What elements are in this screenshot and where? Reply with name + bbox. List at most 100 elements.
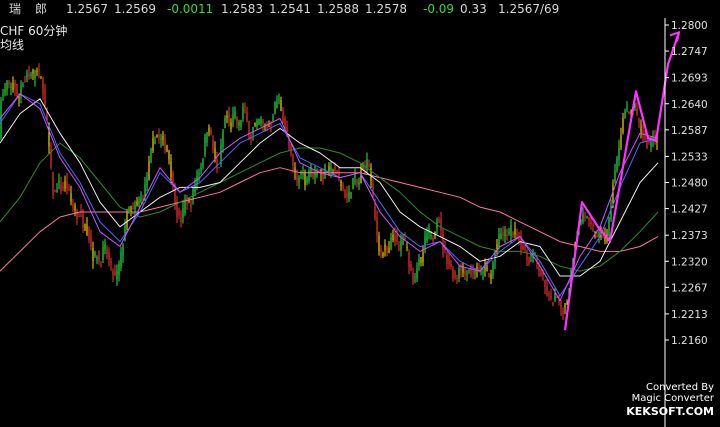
candle-body xyxy=(392,234,394,241)
candle-body xyxy=(474,271,476,274)
candle-body xyxy=(314,173,316,177)
candle-body xyxy=(552,302,554,307)
candle-body xyxy=(628,111,630,113)
candle-body xyxy=(68,189,70,191)
candle-body xyxy=(180,217,182,223)
candle-body xyxy=(200,167,202,170)
candle-body xyxy=(446,255,448,264)
candle-body xyxy=(88,228,90,240)
candle-body xyxy=(406,246,408,249)
candle-body xyxy=(356,179,358,185)
candle-body xyxy=(24,80,26,82)
candle-body xyxy=(340,179,342,187)
y-tick-label: 1.2160 xyxy=(671,335,708,347)
candle-body xyxy=(460,264,462,271)
candle-body xyxy=(430,235,432,237)
y-tick-label: 1.2587 xyxy=(671,125,708,137)
candle-body xyxy=(366,159,368,169)
candle-body xyxy=(160,138,162,141)
candle-body xyxy=(216,158,218,169)
candle-body xyxy=(54,189,56,192)
candle-body xyxy=(44,90,46,107)
candle-body xyxy=(74,205,76,211)
candle-body xyxy=(96,257,98,259)
candle-body xyxy=(98,250,100,262)
candle-body xyxy=(62,186,64,189)
candle-body xyxy=(238,122,240,126)
candle-body xyxy=(244,106,246,108)
y-tick-label: 1.2533 xyxy=(671,151,708,163)
candle-body xyxy=(116,271,118,280)
candle-body xyxy=(140,197,142,202)
candle-body xyxy=(268,125,270,127)
candle-body xyxy=(618,147,620,160)
candle-body xyxy=(170,160,172,178)
candle-body xyxy=(190,204,192,208)
candle-body xyxy=(126,209,128,228)
candle-body xyxy=(560,302,562,309)
candle-body xyxy=(10,86,12,89)
candle-body xyxy=(220,144,222,163)
candle-body xyxy=(104,243,106,250)
candle-body xyxy=(28,73,30,77)
candle-body xyxy=(614,170,616,183)
candle-body xyxy=(586,216,588,218)
candle-body xyxy=(64,181,66,189)
candle-body xyxy=(82,213,84,228)
candle-body xyxy=(156,134,158,138)
candle-body xyxy=(300,177,302,179)
candle-body xyxy=(322,173,324,180)
candle-body xyxy=(496,244,498,249)
candle-body xyxy=(344,189,346,199)
candle-body xyxy=(34,70,36,79)
candle-body xyxy=(400,240,402,251)
candle-body xyxy=(36,71,38,73)
candle-body xyxy=(262,120,264,124)
candle-body xyxy=(60,183,62,192)
candle-body xyxy=(550,295,552,299)
candle-body xyxy=(118,263,120,275)
candle-body xyxy=(58,181,60,184)
candle-body xyxy=(6,80,8,91)
candle-body xyxy=(624,110,626,119)
quote-change-pct: -0.09 xyxy=(423,2,455,16)
candle-body xyxy=(240,120,242,128)
candle-body xyxy=(502,232,504,236)
candle-body xyxy=(94,251,96,257)
price-chart[interactable]: 1.2800 1.2747 1.2693 1.2640 1.2587 1.2533 1.24… xyxy=(0,0,720,427)
candle-body xyxy=(56,190,58,193)
candle-body xyxy=(376,216,378,236)
candle-body xyxy=(148,161,150,180)
candle-body xyxy=(394,234,396,242)
candle-body xyxy=(596,236,598,238)
y-tick-label: 1.2427 xyxy=(671,204,708,216)
candle-body xyxy=(408,253,410,267)
candle-body xyxy=(248,121,250,139)
candle-body xyxy=(438,219,440,223)
candle-body xyxy=(292,155,294,166)
candle-body xyxy=(306,178,308,183)
candle-body xyxy=(554,294,556,300)
candle-body xyxy=(202,159,204,167)
candle-body xyxy=(206,132,208,143)
candle-body xyxy=(342,185,344,190)
candle-body xyxy=(426,233,428,241)
candle-body xyxy=(588,217,590,220)
y-tick-label: 1.2213 xyxy=(671,309,708,321)
candle-body xyxy=(378,235,380,252)
candle-body xyxy=(72,204,74,208)
watermark-line-2: Magic Converter xyxy=(631,393,714,404)
quote-value-1: 1.2583 xyxy=(221,2,263,16)
candle-body xyxy=(508,232,510,234)
candle-body xyxy=(450,263,452,267)
candle-body xyxy=(636,108,638,115)
chart-background xyxy=(0,0,720,427)
candle-body xyxy=(584,216,586,218)
candle-body xyxy=(152,138,154,151)
candle-body xyxy=(336,169,338,172)
candle-body xyxy=(622,118,624,133)
y-tick-label: 1.2693 xyxy=(671,73,708,85)
candle-body xyxy=(120,252,122,268)
candle-body xyxy=(278,98,280,100)
quote-value-2: 1.2541 xyxy=(269,2,311,16)
